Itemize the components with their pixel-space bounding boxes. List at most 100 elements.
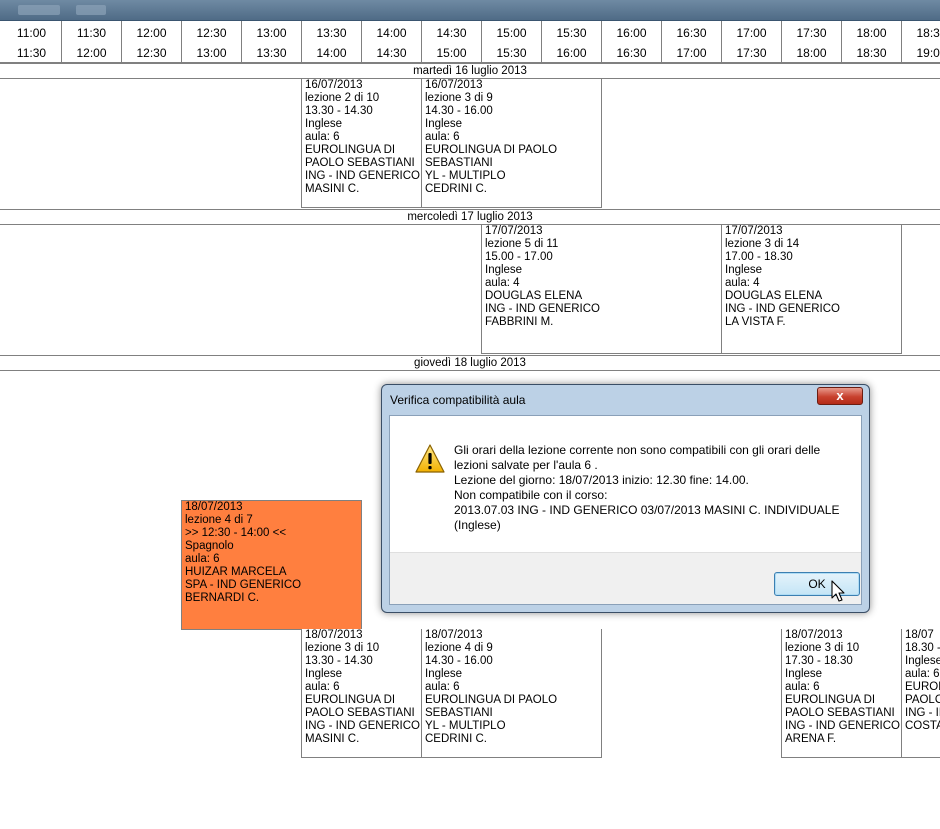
lesson-line: 13.30 - 14.30 xyxy=(305,655,373,667)
lesson-card[interactable]: 18/07/2013 lezione 4 di 9 14.30 - 16.00 Ing… xyxy=(421,629,602,758)
lesson-line: 18/07/2013 xyxy=(425,629,483,641)
time-slot-start: 18:30 xyxy=(916,26,940,40)
time-slot-end: 14:00 xyxy=(316,46,347,60)
time-slot-start: 15:30 xyxy=(556,26,587,40)
lesson-line: aula: 6 xyxy=(425,131,460,143)
dialog-message: Gli orari della lezione corrente non son… xyxy=(454,443,854,533)
day-header-wednesday: mercoledì 17 luglio 2013 xyxy=(0,209,940,225)
lesson-line: lezione 5 di 11 xyxy=(485,238,559,250)
lesson-line: ING - IND GENERICO xyxy=(725,303,841,315)
lesson-line: Inglese xyxy=(305,668,343,680)
lesson-line: Inglese xyxy=(485,264,523,276)
menu-item-blurred[interactable] xyxy=(76,5,106,15)
lesson-line: EUROLINGUA DI xyxy=(785,694,876,706)
message-line: Gli orari della lezione corrente non son… xyxy=(454,443,821,457)
time-slot-start: 12:00 xyxy=(136,26,167,40)
lesson-line: aula: 6 xyxy=(905,668,940,680)
compatibility-dialog: Verifica compatibilità aula x Gli orari … xyxy=(381,384,870,613)
lesson-line: COSTA xyxy=(905,720,940,732)
lesson-line: lezione 2 di 10 xyxy=(305,92,380,104)
lesson-line: MASINI C. xyxy=(305,183,360,195)
time-slot-end: 18:30 xyxy=(856,46,887,60)
time-slot: 16:30 17:00 xyxy=(662,21,722,62)
lesson-card[interactable]: 18/0718.30 -Ingleseaula: 6EUROLPAOLOING … xyxy=(901,629,940,758)
lesson-card[interactable]: 18/07/2013 lezione 3 di 10 17.30 - 18.30 In… xyxy=(781,629,902,758)
menu-item-blurred[interactable] xyxy=(18,5,60,15)
lesson-line: lezione 3 di 14 xyxy=(725,238,800,250)
lesson-line: ING - IND GENERICO xyxy=(305,170,421,182)
lesson-line: ING - IND GENERICO xyxy=(485,303,601,315)
time-slot: 12:30 13:00 xyxy=(182,21,242,62)
lesson-line: 17.30 - 18.30 xyxy=(785,655,853,667)
lesson-line: 17.00 - 18.30 xyxy=(725,251,793,263)
lesson-card[interactable]: 17/07/2013 lezione 5 di 11 15.00 - 17.00 In… xyxy=(481,225,722,354)
time-slot: 14:00 14:30 xyxy=(362,21,422,62)
lesson-line: aula: 6 xyxy=(425,681,460,693)
message-line: 2013.07.03 ING - IND GENERICO 03/07/2013… xyxy=(454,503,840,517)
lesson-line: lezione 4 di 7 xyxy=(185,514,253,526)
lesson-card[interactable]: 16/07/2013 lezione 2 di 10 13.30 - 14.30 In… xyxy=(301,79,422,208)
lesson-line: aula: 4 xyxy=(485,277,520,289)
time-slot-start: 11:30 xyxy=(76,26,107,40)
dialog-body: Gli orari della lezione corrente non son… xyxy=(389,415,862,605)
lesson-line: Inglese xyxy=(905,655,940,667)
lesson-line: EUROLINGUA DI PAOLO xyxy=(425,144,558,156)
lesson-line: HUIZAR MARCELA xyxy=(185,566,287,578)
lesson-line: 16/07/2013 xyxy=(305,79,363,91)
time-slot-start: 18:00 xyxy=(856,26,887,40)
lesson-line: 18/07 xyxy=(905,629,934,641)
time-slot: 18:30 19:00 xyxy=(902,21,940,62)
lesson-line: 18/07/2013 xyxy=(185,501,243,513)
time-slot-start: 14:00 xyxy=(376,26,407,40)
lesson-line: DOUGLAS ELENA xyxy=(725,290,823,302)
time-slot-end: 13:00 xyxy=(196,46,227,60)
warning-icon xyxy=(415,444,445,473)
time-slot-end: 17:30 xyxy=(736,46,767,60)
time-slot: 13:00 13:30 xyxy=(242,21,302,62)
lesson-card-current[interactable]: 18/07/2013 lezione 4 di 7 >> 12:30 - 14:00… xyxy=(181,500,362,630)
lesson-line: EUROLINGUA DI xyxy=(305,144,396,156)
dialog-title: Verifica compatibilità aula xyxy=(390,393,526,407)
lesson-card[interactable]: 18/07/2013 lezione 3 di 10 13.30 - 14.30 In… xyxy=(301,629,422,758)
lesson-line: ARENA F. xyxy=(785,733,837,745)
time-slot: 11:00 11:30 xyxy=(2,21,62,62)
lesson-card[interactable]: 17/07/2013 lezione 3 di 14 17.00 - 18.30 In… xyxy=(721,225,902,354)
time-slot-start: 15:00 xyxy=(496,26,527,40)
time-slot: 17:30 18:00 xyxy=(782,21,842,62)
lesson-line: EUROLINGUA DI xyxy=(305,694,396,706)
lesson-line: DOUGLAS ELENA xyxy=(485,290,583,302)
time-slot: 14:30 15:00 xyxy=(422,21,482,62)
time-slot-end: 11:30 xyxy=(16,46,47,60)
lesson-line: CEDRINI C. xyxy=(425,183,487,195)
time-slot-end: 12:00 xyxy=(76,46,107,60)
lesson-line: Inglese xyxy=(425,118,463,130)
time-slot-start: 11:00 xyxy=(16,26,47,40)
lesson-line: ING - IN xyxy=(905,707,940,719)
lesson-line: lezione 3 di 10 xyxy=(785,642,860,654)
lesson-line: SPA - IND GENERICO xyxy=(185,579,302,591)
lesson-line: 15.00 - 17.00 xyxy=(485,251,553,263)
time-slot-end: 19:00 xyxy=(916,46,940,60)
lesson-line: lezione 3 di 10 xyxy=(305,642,380,654)
lesson-line: ING - IND GENERICO xyxy=(785,720,901,732)
lesson-card[interactable]: 16/07/2013 lezione 3 di 9 14.30 - 16.00 Ing… xyxy=(421,79,602,208)
close-button[interactable]: x xyxy=(817,387,863,405)
lesson-line: CEDRINI C. xyxy=(425,733,487,745)
time-slot-end: 16:30 xyxy=(616,46,647,60)
lesson-line: SEBASTIANI xyxy=(425,157,493,169)
lesson-line: lezione 3 di 9 xyxy=(425,92,493,104)
time-slot-end: 14:30 xyxy=(376,46,407,60)
lesson-line: PAOLO xyxy=(905,694,940,706)
lesson-line: FABBRINI M. xyxy=(485,316,554,328)
ok-button[interactable]: OK xyxy=(774,572,860,596)
time-slot-start: 14:30 xyxy=(436,26,467,40)
app-titlebar xyxy=(0,0,940,21)
lesson-line: MASINI C. xyxy=(305,733,360,745)
time-slot: 16:00 16:30 xyxy=(602,21,662,62)
message-line: (Inglese) xyxy=(454,518,501,532)
time-slot-end: 15:30 xyxy=(496,46,527,60)
time-slot: 11:30 12:00 xyxy=(62,21,122,62)
time-slot-end: 13:30 xyxy=(256,46,287,60)
mouse-cursor-icon xyxy=(831,580,845,602)
lesson-line: aula: 6 xyxy=(305,681,340,693)
